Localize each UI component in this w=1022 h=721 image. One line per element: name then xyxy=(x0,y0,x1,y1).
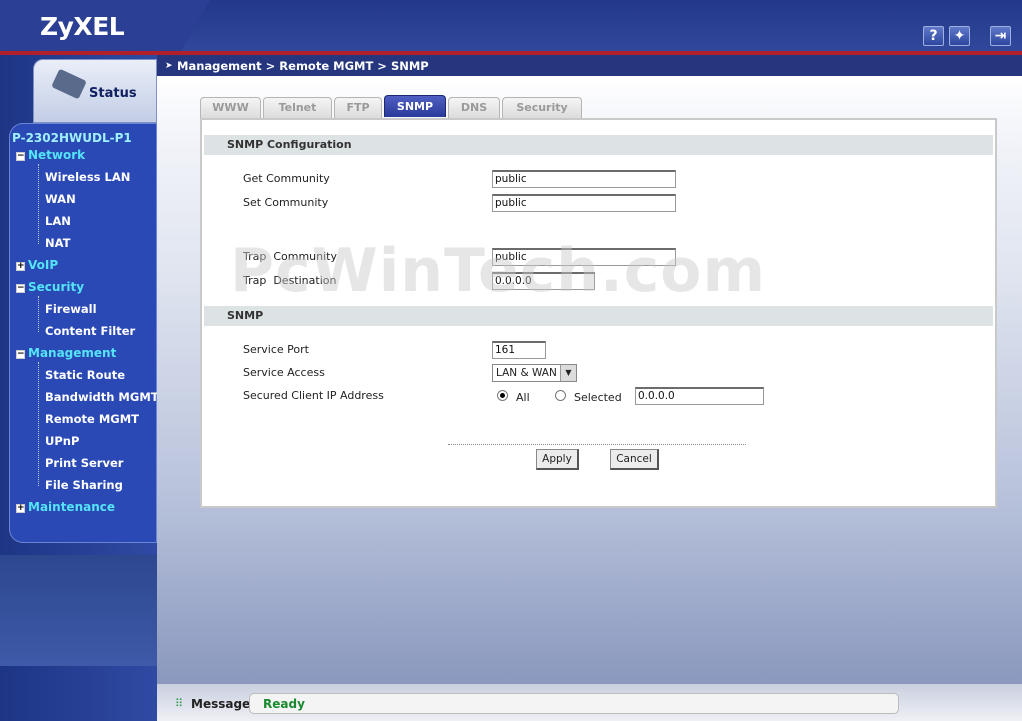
menu-item-bandwidth-mgmt[interactable]: Bandwidth MGMT xyxy=(45,390,159,404)
expand-icon: + xyxy=(16,261,25,271)
set-community-label: Set Community xyxy=(243,196,329,209)
service-access-label: Service Access xyxy=(243,366,325,379)
status-tab-label: Status xyxy=(89,86,137,101)
radio-all[interactable] xyxy=(497,390,508,401)
message-box xyxy=(249,693,899,714)
trap-community-label: Trap Community xyxy=(243,250,338,263)
collapse-icon: − xyxy=(16,283,25,293)
status-tab[interactable]: Status xyxy=(33,59,157,123)
set-community-input[interactable]: public xyxy=(492,194,676,212)
menu-item-wireless-lan[interactable]: Wireless LAN xyxy=(45,170,130,184)
menu-item-lan[interactable]: LAN xyxy=(45,214,71,228)
divider xyxy=(448,444,746,445)
menu-item-wan[interactable]: WAN xyxy=(45,192,76,206)
menu-item-content-filter[interactable]: Content Filter xyxy=(45,324,135,338)
service-port-label: Service Port xyxy=(243,343,309,356)
tab-dns[interactable]: DNS xyxy=(448,97,500,118)
breadcrumb-arrow-icon: ➤ xyxy=(165,61,173,71)
wizard-icon[interactable]: ✦ xyxy=(949,26,970,46)
tab-www[interactable]: WWW xyxy=(200,97,261,118)
section-snmp-configuration: SNMP Configuration xyxy=(204,135,993,155)
menu-item-file-sharing[interactable]: File Sharing xyxy=(45,478,123,492)
tree-line xyxy=(38,164,44,244)
radio-selected-label: Selected xyxy=(574,391,622,404)
menu-group-voip[interactable]: + VoIP xyxy=(16,258,58,272)
collapse-icon: − xyxy=(16,349,25,359)
menu-item-static-route[interactable]: Static Route xyxy=(45,368,125,382)
tree-line xyxy=(38,362,44,486)
radio-selected[interactable] xyxy=(555,390,566,401)
menu-group-management[interactable]: − Management xyxy=(16,346,116,360)
menu-item-firewall[interactable]: Firewall xyxy=(45,302,97,316)
service-port-input[interactable]: 161 xyxy=(492,341,546,359)
service-access-select[interactable]: LAN & WAN ▼ xyxy=(492,364,577,382)
breadcrumb: Management > Remote MGMT > SNMP xyxy=(177,59,429,73)
cancel-button[interactable]: Cancel xyxy=(610,449,659,470)
menu-group-security[interactable]: − Security xyxy=(16,280,84,294)
menu-item-print-server[interactable]: Print Server xyxy=(45,456,123,470)
menu-item-upnp[interactable]: UPnP xyxy=(45,434,79,448)
radio-all-label: All xyxy=(516,391,530,404)
router-icon xyxy=(51,68,87,100)
logout-icon[interactable]: ⇥ xyxy=(990,26,1011,46)
menu-item-remote-mgmt[interactable]: Remote MGMT xyxy=(45,412,139,426)
get-community-input[interactable]: public xyxy=(492,170,676,188)
message-icon: ⠿ xyxy=(175,697,184,710)
zyxel-logo: ZyXEL xyxy=(40,12,125,41)
menu-group-maintenance[interactable]: + Maintenance xyxy=(16,500,115,514)
message-label: Message xyxy=(191,697,251,711)
menu-group-network[interactable]: − Network xyxy=(16,148,85,162)
device-name: P-2302HWUDL-P1 xyxy=(12,131,132,145)
tab-snmp[interactable]: SNMP xyxy=(384,95,446,117)
sidebar-footer xyxy=(0,555,157,666)
secured-client-ip-label: Secured Client IP Address xyxy=(243,389,384,402)
help-icon[interactable]: ? xyxy=(923,26,944,46)
menu-item-nat[interactable]: NAT xyxy=(45,236,70,250)
selected-ip-input[interactable]: 0.0.0.0 xyxy=(635,387,764,405)
service-access-value: LAN & WAN xyxy=(496,367,557,379)
message-status: Ready xyxy=(263,697,305,711)
trap-destination-label: Trap Destination xyxy=(243,274,337,287)
tab-telnet[interactable]: Telnet xyxy=(263,97,332,118)
expand-icon: + xyxy=(16,503,25,513)
get-community-label: Get Community xyxy=(243,172,330,185)
trap-community-input[interactable]: public xyxy=(492,248,676,266)
tab-security[interactable]: Security xyxy=(502,97,582,118)
trap-destination-input[interactable]: 0.0.0.0 xyxy=(492,272,595,290)
apply-button[interactable]: Apply xyxy=(536,449,579,470)
collapse-icon: − xyxy=(16,151,25,161)
tree-line xyxy=(38,296,44,332)
chevron-down-icon: ▼ xyxy=(560,365,576,381)
section-snmp: SNMP xyxy=(204,306,993,326)
tab-ftp[interactable]: FTP xyxy=(334,97,382,118)
